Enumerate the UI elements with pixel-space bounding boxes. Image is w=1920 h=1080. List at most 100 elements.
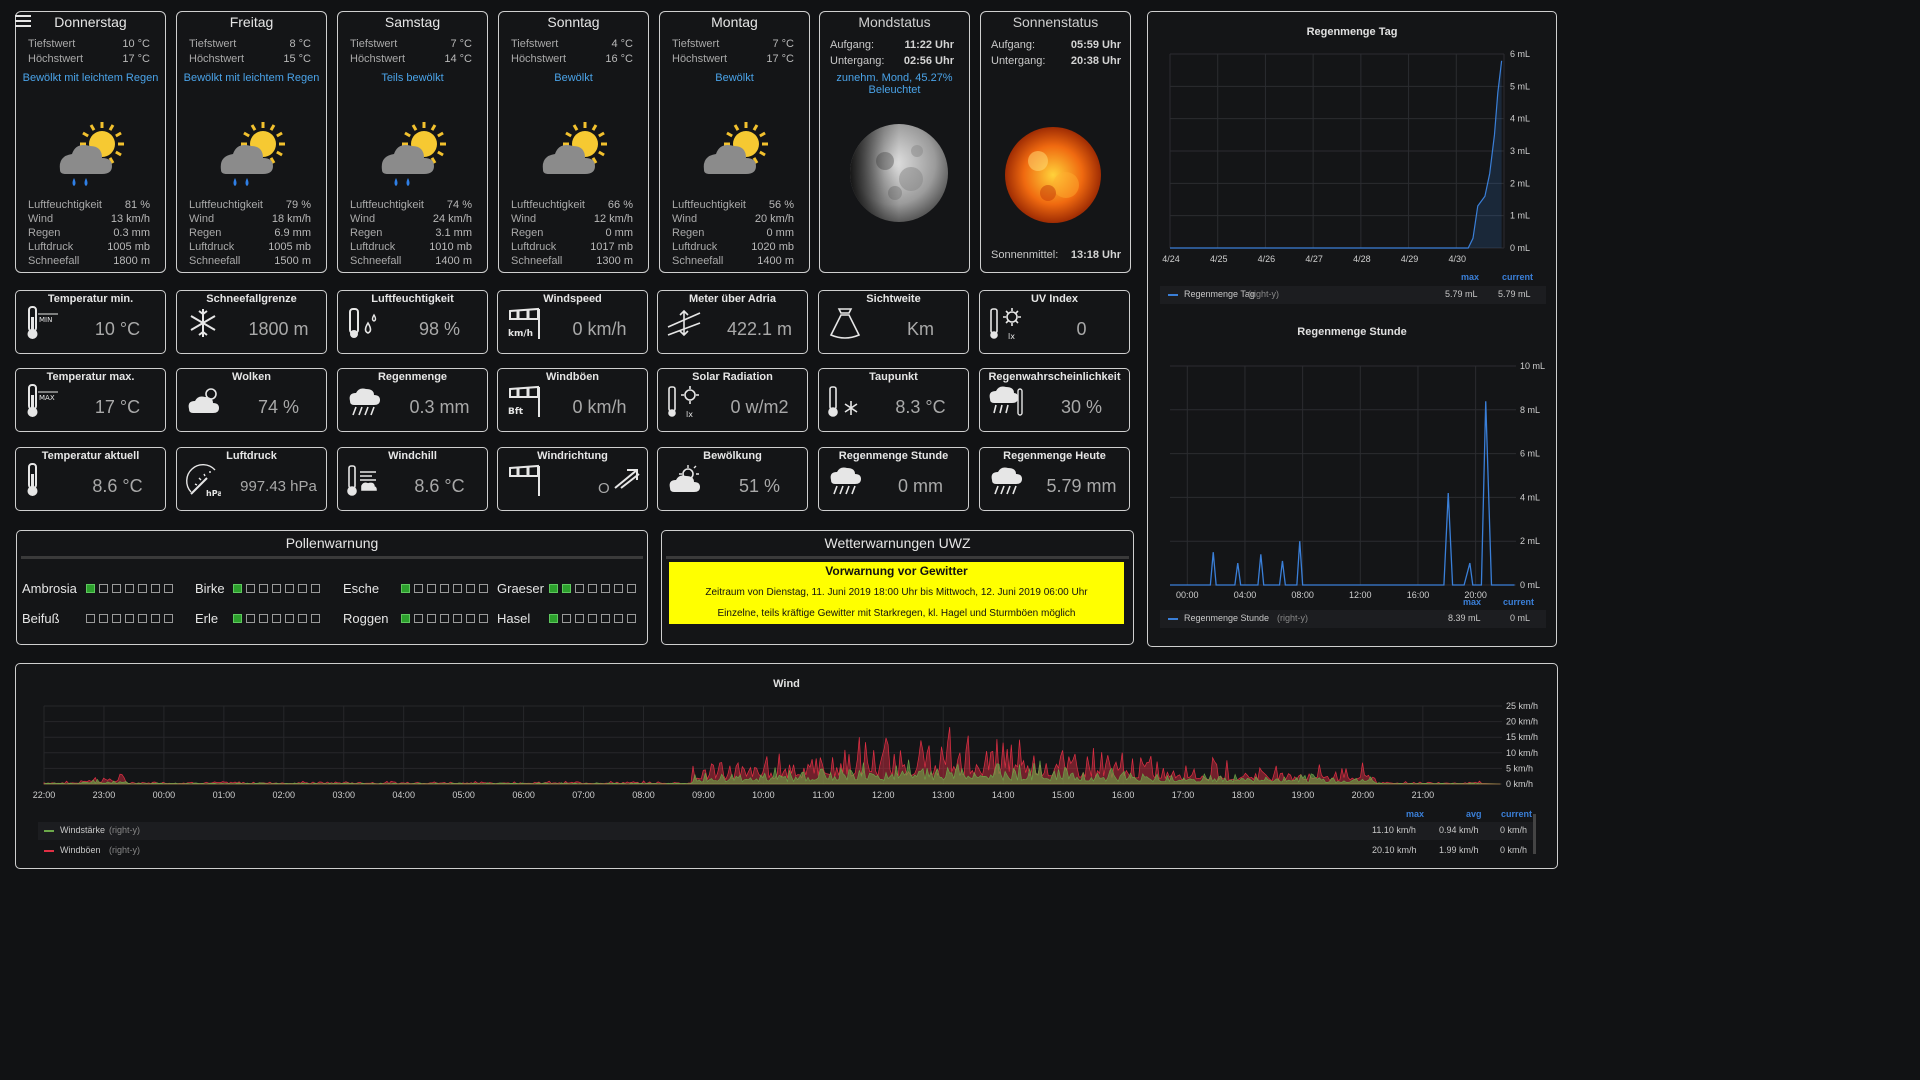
y-tick-label: 5 mL [1510, 81, 1530, 91]
wind-value: 13 km/h [110, 213, 150, 225]
moonrise-label: Aufgang: [830, 39, 875, 51]
rain-value: 0 mm [766, 227, 795, 239]
tile-title: Regenmenge Stunde [838, 450, 949, 462]
tile-windsock-bft: Windböen Bft 0 km/h [497, 368, 648, 432]
clouds-icon [185, 383, 221, 419]
rain-hour-line [1170, 401, 1515, 586]
x-tick-label: 14:00 [992, 790, 1015, 800]
pollen-level-box [272, 614, 281, 623]
wind-value: 12 km/h [593, 213, 633, 225]
tile-value: 0 km/h [572, 319, 627, 339]
snowfall-value: 1400 m [757, 255, 794, 267]
dewpoint-icon [827, 383, 863, 419]
pollen-level-box [614, 584, 623, 593]
tile-title: Windspeed [543, 293, 602, 305]
wind-label: Wind [350, 213, 376, 225]
rain-hour-legend[interactable]: Regenmenge Stunde (right-y) 8.39 mL 0 mL [1160, 610, 1546, 628]
tile-cloud-cover: Bewölkung 51 % [657, 447, 808, 511]
high-temp-label: Höchstwert [28, 53, 84, 65]
y-tick-label: 3 mL [1510, 146, 1530, 156]
pollen-level-box [401, 614, 410, 623]
tile-value: 1800 m [248, 319, 309, 339]
wind-legend-gusts[interactable]: Windböen (right-y) 20.10 km/h 1.99 km/h … [38, 842, 1533, 860]
wind-gusts-series [43, 727, 1501, 785]
svg-text:lx: lx [1008, 332, 1015, 341]
high-temp-value: 17 °C [122, 53, 150, 65]
wind-arrow-icon [614, 469, 640, 489]
cloud-sun-rain-icon [372, 122, 452, 197]
pollen-level-box [311, 614, 320, 623]
y-tick-label: 4 mL [1520, 492, 1540, 502]
wind-label: Wind [28, 213, 54, 225]
pollen-level-box [575, 614, 584, 623]
tile-title: Meter über Adria [688, 293, 776, 305]
rain-day-legend-name: Regenmenge Tag [1184, 289, 1255, 299]
wind-value: 18 km/h [271, 213, 311, 225]
tile-title: Regenmenge [377, 371, 448, 383]
snowfall-value: 1400 m [435, 255, 472, 267]
x-tick-label: 06:00 [512, 790, 535, 800]
rain-today-icon [988, 462, 1024, 498]
tile-thermometer: Temperatur aktuell 8.6 °C [15, 447, 166, 511]
forecast-card-sonntag: Sonntag Tiefstwert 4 °C Höchstwert 16 °C Bewö… [498, 11, 649, 273]
pollen-level-box [479, 584, 488, 593]
tile-title: Windböen [545, 371, 600, 383]
x-tick-label: 12:00 [1349, 590, 1372, 600]
pollen-level-box [414, 584, 423, 593]
pollen-level-box [125, 584, 134, 593]
x-tick-label: 23:00 [93, 790, 116, 800]
forecast-card-donnerstag: Donnerstag Tiefstwert 10 °C Höchstwert 17 °C… [15, 11, 166, 273]
pollen-level-box [151, 614, 160, 623]
tile-thermometer-max: Temperatur max. MAX 17 °C [15, 368, 166, 432]
pollen-birke: Birke [195, 581, 225, 596]
rain-day-legend[interactable]: Regenmenge Tag (right-y) 5.79 mL 5.79 mL [1160, 286, 1546, 304]
forecast-description: Bewölkt [554, 72, 593, 84]
tile-title: Luftdruck [226, 450, 277, 462]
solar-radiation-icon: lx [666, 383, 702, 419]
snowfall-label: Schneefall [189, 255, 241, 267]
wind-legend-strength[interactable]: Windstärke (right-y) 11.10 km/h 0.94 km/… [38, 822, 1533, 840]
legend-scrollbar[interactable] [1533, 814, 1536, 854]
tile-solar-radiation: Solar Radiation lx 0 w/m2 [657, 368, 808, 432]
low-temp-value: 10 °C [122, 38, 150, 50]
forecast-day-title: Samstag [384, 14, 441, 30]
moonrise-value: 11:22 Uhr [904, 39, 954, 51]
tile-value: 5.79 mm [1046, 476, 1117, 496]
humidity-label: Luftfeuchtigkeit [28, 199, 102, 211]
pollen-roggen: Roggen [343, 611, 389, 626]
visibility-icon [827, 305, 863, 341]
moonset-label: Untergang: [830, 55, 885, 67]
tile-value: 8.6 °C [92, 476, 143, 496]
y-tick-label: 8 mL [1520, 405, 1540, 415]
wind-strength-swatch [44, 830, 54, 832]
tile-title: Temperatur max. [46, 371, 135, 383]
pressure-value: 1005 mb [268, 241, 311, 253]
pressure-label: Luftdruck [672, 241, 718, 253]
pollen-level-box [427, 584, 436, 593]
humidity-icon [346, 305, 382, 341]
uwz-title: Wetterwarnungen UWZ [824, 535, 971, 551]
rain-day-area [1456, 60, 1502, 248]
sun-title: Sonnenstatus [1012, 14, 1099, 30]
wind-value: 20 km/h [754, 213, 794, 225]
svg-text:km/h: km/h [508, 329, 533, 339]
pollen-level-box [125, 614, 134, 623]
uwz-text: Einzelne, teils kräftige Gewitter mit St… [717, 608, 1076, 619]
forecast-day-title: Freitag [229, 14, 274, 30]
forecast-description: Bewölkt mit leichtem Regen [22, 72, 159, 84]
uwz-panel: Wetterwarnungen UWZ Vorwarnung vor Gewit… [661, 530, 1134, 645]
pollen-level-box [246, 584, 255, 593]
x-tick-label: 15:00 [1052, 790, 1075, 800]
pollen-level-box [112, 614, 121, 623]
sunset-value: 20:38 Uhr [1070, 55, 1121, 67]
sunrise-label: Aufgang: [991, 39, 1036, 51]
menu-icon[interactable] [15, 15, 31, 27]
tile-value: 0.3 mm [409, 397, 470, 417]
pollen-level-box [562, 584, 571, 593]
x-tick-label: 4/26 [1258, 254, 1276, 264]
rain-hour-legend-current: 0 mL [1510, 613, 1531, 623]
x-tick-label: 02:00 [273, 790, 296, 800]
tile-value: 997.43 hPa [240, 478, 317, 495]
pollen-level-box [285, 584, 294, 593]
pollen-level-box [233, 584, 242, 593]
